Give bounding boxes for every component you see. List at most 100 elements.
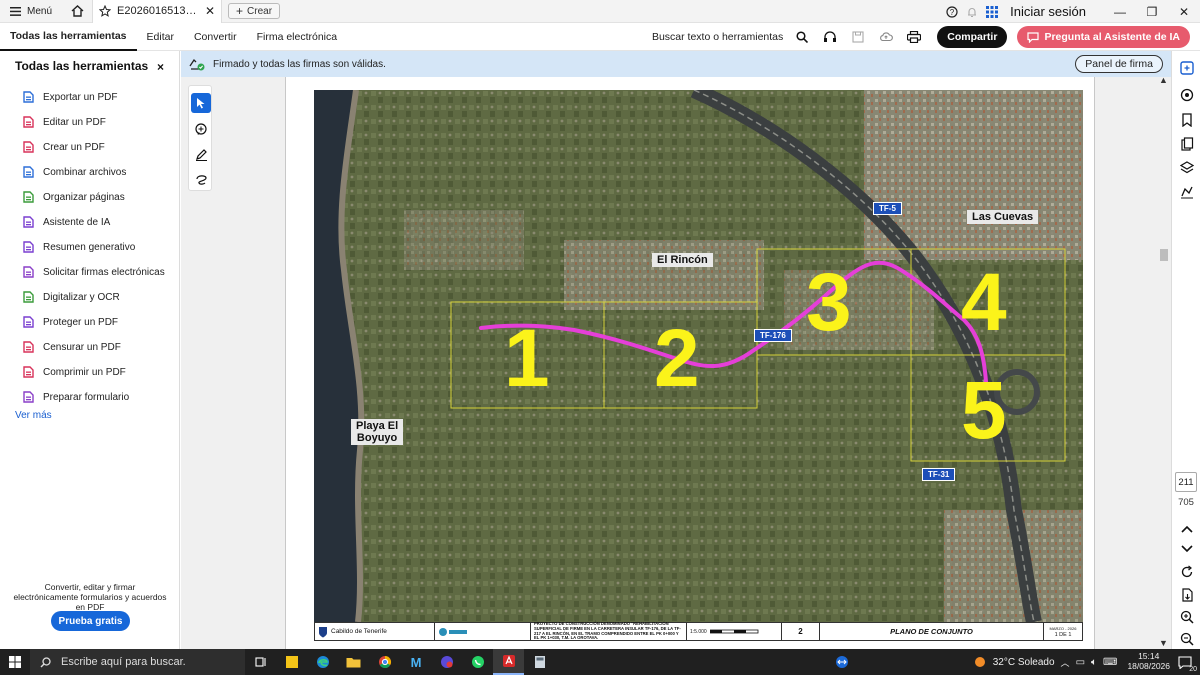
save-icon[interactable]	[847, 26, 869, 48]
tool-item[interactable]: Preparar formulario	[22, 387, 129, 407]
pen-icon	[195, 148, 207, 161]
search-tools-label[interactable]: Buscar texto o herramientas	[652, 31, 783, 43]
mail-app-icon[interactable]: M	[400, 649, 431, 675]
maximize-button[interactable]: ❐	[1136, 0, 1168, 23]
acrobat-app-icon[interactable]	[493, 649, 524, 675]
teamviewer-tray-icon[interactable]	[833, 653, 851, 671]
taskbar-search-box[interactable]: Escribe aquí para buscar.	[30, 649, 245, 675]
select-tool-button[interactable]	[191, 93, 211, 113]
next-page-icon[interactable]	[1179, 541, 1195, 557]
menu-all-tools[interactable]: Todas las herramientas	[0, 23, 137, 51]
document-tab[interactable]: E2026016513_Proy... ✕	[92, 0, 223, 23]
print-icon[interactable]	[903, 26, 925, 48]
ai-assistant-icon	[22, 216, 34, 228]
tool-item[interactable]: Editar un PDF	[22, 112, 106, 132]
comment-add-icon	[194, 122, 207, 135]
free-trial-button[interactable]: Prueba gratis	[51, 611, 130, 631]
plan-title-block: Cabildo de Tenerife PROYECTO DE CONSTRUC…	[314, 621, 1083, 641]
bookmarks-panel-icon[interactable]	[1179, 112, 1195, 128]
keyboard-language-icon[interactable]: ⌨︎	[1103, 657, 1117, 668]
title-block-logo-tecnico	[435, 623, 531, 640]
signature-panel-button[interactable]: Panel de firma	[1075, 55, 1163, 73]
share-button[interactable]: Compartir	[937, 26, 1008, 48]
sticky-notes-app-icon[interactable]	[276, 649, 307, 675]
chrome-browser-icon[interactable]	[369, 649, 400, 675]
cabildo-name: Cabildo de Tenerife	[331, 628, 387, 635]
tab-title: E2026016513_Proy...	[117, 5, 199, 17]
tool-item[interactable]: Comprimir un PDF	[22, 362, 126, 382]
calculator-app-icon[interactable]	[524, 649, 555, 675]
compress-pdf-icon	[22, 366, 34, 378]
notifications-bell-icon[interactable]	[962, 0, 982, 23]
comments-panel-icon[interactable]	[1179, 87, 1195, 103]
create-button[interactable]: + Crear	[228, 3, 281, 19]
volume-icon[interactable]: 🔈︎	[1091, 657, 1097, 668]
zoom-in-icon[interactable]	[1179, 609, 1195, 625]
tool-item[interactable]: Crear un PDF	[22, 137, 105, 157]
signature-icon[interactable]	[1179, 184, 1195, 200]
layers-icon[interactable]	[1179, 160, 1195, 176]
tool-item[interactable]: Organizar páginas	[22, 187, 125, 207]
edge-browser-icon[interactable]	[307, 649, 338, 675]
network-icon[interactable]: ▭	[1076, 657, 1085, 668]
search-icon[interactable]	[791, 26, 813, 48]
cabildo-shield-logo	[319, 626, 327, 637]
tool-item[interactable]: Resumen generativo	[22, 237, 135, 257]
add-comment-button[interactable]	[191, 119, 211, 139]
tool-item[interactable]: Proteger un PDF	[22, 312, 118, 332]
page-number-input[interactable]: 211	[1175, 472, 1197, 492]
title-block-project: PROYECTO DE CONSTRUCCIÓN DENOMINADO "REH…	[531, 621, 687, 640]
page-thumbnails-icon[interactable]	[1179, 136, 1195, 152]
draw-button[interactable]	[191, 169, 211, 189]
all-tools-panel-icon[interactable]	[1179, 60, 1195, 76]
tray-chevron-icon[interactable]: ︿	[1061, 656, 1070, 669]
task-view-icon[interactable]	[245, 649, 276, 675]
previous-page-icon[interactable]	[1179, 521, 1195, 537]
apps-grid-icon[interactable]	[982, 0, 1002, 23]
media-app-icon[interactable]	[431, 649, 462, 675]
tool-item[interactable]: Solicitar firmas electrónicas	[22, 262, 165, 282]
upload-cloud-icon[interactable]	[875, 26, 897, 48]
tool-item-label: Preparar formulario	[43, 391, 130, 403]
notification-center-button[interactable]: 20	[1176, 653, 1197, 673]
tool-item[interactable]: Exportar un PDF	[22, 87, 117, 107]
file-explorer-icon[interactable]	[338, 649, 369, 675]
scale-text: 1:5.000	[690, 628, 707, 635]
minimize-button[interactable]: —	[1104, 0, 1136, 23]
scroll-down-icon[interactable]: ▼	[1159, 638, 1168, 648]
tool-item[interactable]: Asistente de IA	[22, 212, 110, 232]
see-more-link[interactable]: Ver más	[15, 410, 52, 421]
tool-item[interactable]: Digitalizar y OCR	[22, 287, 120, 307]
page-total-label: 705	[1178, 497, 1194, 508]
taskbar-clock[interactable]: 15:14 18/08/2026	[1127, 651, 1170, 672]
tool-item-label: Resumen generativo	[43, 241, 136, 253]
menu-edit[interactable]: Editar	[137, 23, 184, 51]
signin-link[interactable]: Iniciar sesión	[1010, 4, 1086, 19]
refresh-icon[interactable]	[1179, 564, 1195, 580]
star-icon[interactable]	[99, 5, 112, 17]
start-button[interactable]	[0, 649, 30, 675]
tool-item-label: Solicitar firmas electrónicas	[43, 266, 165, 278]
home-button[interactable]	[62, 0, 92, 23]
tool-item[interactable]: Censurar un PDF	[22, 337, 121, 357]
whatsapp-icon[interactable]	[462, 649, 493, 675]
zoom-out-icon[interactable]	[1179, 631, 1195, 647]
close-window-button[interactable]: ✕	[1168, 0, 1200, 23]
main-menu-button[interactable]: Menú	[0, 0, 62, 23]
tab-close-icon[interactable]: ✕	[205, 4, 215, 18]
ai-assistant-button[interactable]: Pregunta al Asistente de IA	[1017, 26, 1190, 48]
read-aloud-icon[interactable]	[819, 26, 841, 48]
label-playa-el-boyuyo: Playa El Boyuyo	[351, 419, 404, 446]
save-copy-icon[interactable]	[1179, 587, 1195, 603]
weather-text[interactable]: 32°C Soleado	[993, 657, 1055, 668]
highlight-button[interactable]	[191, 144, 211, 164]
tool-item[interactable]: Combinar archivos	[22, 162, 126, 182]
menu-esign[interactable]: Firma electrónica	[247, 23, 348, 51]
weather-sun-icon[interactable]	[973, 655, 987, 669]
vertical-scrollbar-thumb[interactable]	[1160, 249, 1168, 261]
menu-convert[interactable]: Convertir	[184, 23, 247, 51]
close-panel-icon[interactable]: ×	[157, 60, 164, 74]
help-icon[interactable]: ?	[942, 0, 962, 23]
scroll-up-icon[interactable]: ▲	[1159, 75, 1168, 85]
tool-item-label: Digitalizar y OCR	[43, 291, 120, 303]
